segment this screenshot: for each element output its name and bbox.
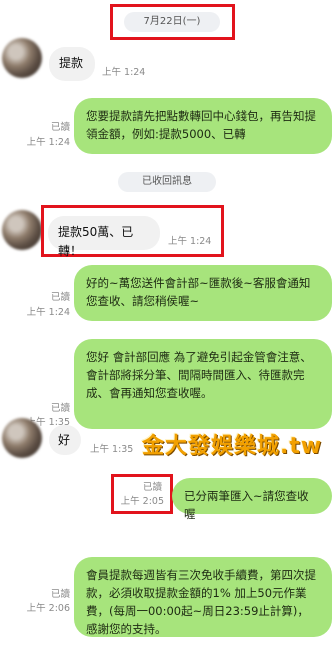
read-receipt: 已讀 <box>50 122 70 133</box>
outgoing-message-bubble: 會員提款每週皆有三次免收手續費，第四次提款，必須收取提款金額的1% 加上50元作… <box>74 557 332 637</box>
message-time: 上午 1:24 <box>102 67 146 78</box>
message-time: 上午 2:06 <box>26 603 70 614</box>
read-receipt: 已讀 <box>50 589 70 600</box>
outgoing-message-bubble: 好的~萬您送件會計部~匯款後~客服會通知您查收、請您稍侯喔~ <box>74 265 332 321</box>
read-receipt: 已讀 <box>142 482 162 493</box>
read-receipt: 已讀 <box>50 403 70 414</box>
incoming-message-bubble: 提款50萬、已轉！ <box>48 216 160 258</box>
message-time: 上午 1:35 <box>90 444 134 455</box>
message-time: 上午 2:05 <box>120 496 164 507</box>
message-time: 上午 1:24 <box>168 236 212 247</box>
outgoing-message-bubble: 您要提款請先把點數轉回中心錢包，再告知提領金額，例如:提款5000、已轉 <box>74 98 332 154</box>
watermark-text: 金大發娛樂城.tw <box>142 434 323 459</box>
recalled-message-notice: 已收回訊息 <box>118 172 216 192</box>
meta-highlight-box <box>111 474 173 514</box>
message-time: 上午 1:24 <box>26 307 70 318</box>
incoming-message-bubble: 好 <box>49 425 81 455</box>
incoming-message-bubble: 提款 <box>49 47 95 81</box>
date-separator: 7月22日(一) <box>124 12 220 32</box>
outgoing-message-bubble: 已分兩筆匯入~請您查收喔 <box>172 478 332 521</box>
avatar[interactable] <box>2 38 42 78</box>
read-receipt: 已讀 <box>50 292 70 303</box>
avatar[interactable] <box>2 418 42 458</box>
avatar[interactable] <box>2 210 42 250</box>
outgoing-message-bubble: 您好 會計部回應 為了避免引起金管會注意、會計部將採分筆、間隔時間匯入、待匯款完… <box>74 339 332 429</box>
message-time: 上午 1:24 <box>26 137 70 148</box>
